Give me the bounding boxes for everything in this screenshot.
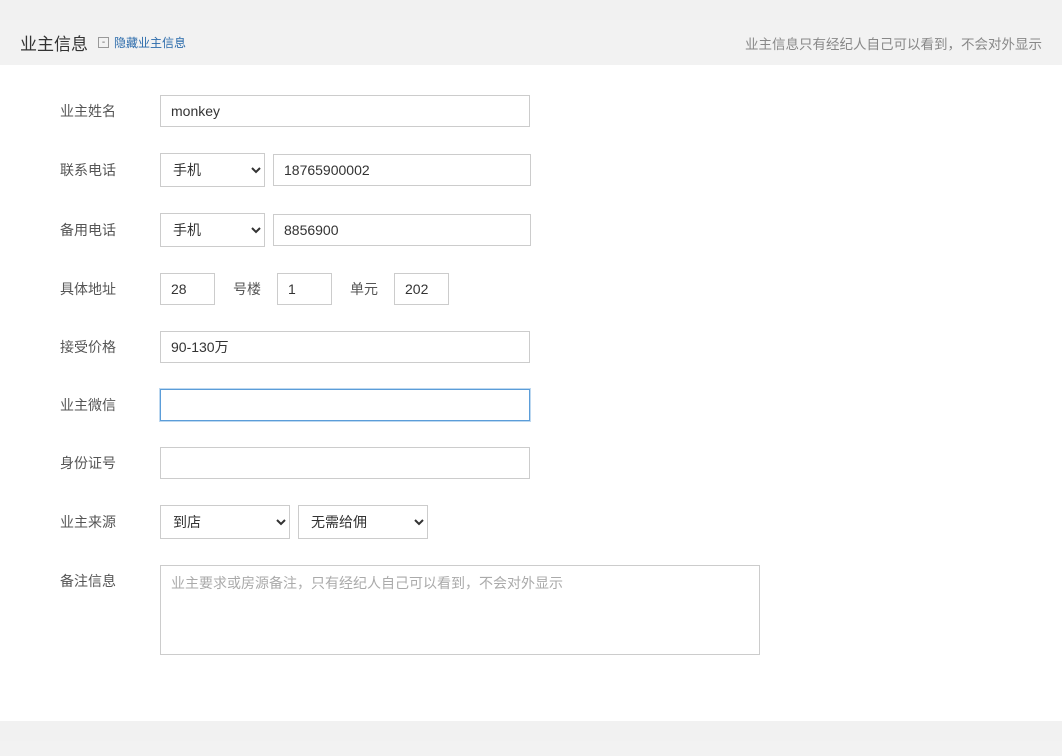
phone2-type-select[interactable]: 手机 (160, 213, 265, 247)
source-commission-select[interactable]: 无需给佣 (298, 505, 428, 539)
remark-label: 备注信息 (60, 565, 160, 591)
unit-input[interactable] (277, 273, 332, 305)
idcard-label: 身份证号 (60, 453, 160, 473)
phone1-input[interactable] (273, 154, 531, 186)
owner-name-input[interactable] (160, 95, 530, 127)
idcard-input[interactable] (160, 447, 530, 479)
phone2-label: 备用电话 (60, 220, 160, 240)
unit-suffix: 单元 (350, 279, 378, 299)
source-label: 业主来源 (60, 512, 160, 532)
address-label: 具体地址 (60, 279, 160, 299)
owner-info-form: 业主姓名 联系电话 手机 备用电话 手机 具体地 (0, 65, 1062, 721)
section-header: 业主信息 - 隐藏业主信息 业主信息只有经纪人自己可以看到，不会对外显示 (0, 20, 1062, 65)
price-input[interactable] (160, 331, 530, 363)
phone1-type-select[interactable]: 手机 (160, 153, 265, 187)
owner-name-label: 业主姓名 (60, 101, 160, 121)
building-suffix: 号楼 (233, 279, 261, 299)
source-channel-select[interactable]: 到店 (160, 505, 290, 539)
remark-textarea[interactable] (160, 565, 760, 655)
wechat-label: 业主微信 (60, 395, 160, 415)
wechat-input[interactable] (160, 389, 530, 421)
toggle-hide-link[interactable]: 隐藏业主信息 (114, 34, 186, 51)
phone2-input[interactable] (273, 214, 531, 246)
phone1-label: 联系电话 (60, 160, 160, 180)
footer-bar (0, 741, 1062, 756)
price-label: 接受价格 (60, 337, 160, 357)
room-input[interactable] (394, 273, 449, 305)
section-title: 业主信息 (20, 30, 88, 55)
header-privacy-note: 业主信息只有经纪人自己可以看到，不会对外显示 (745, 33, 1042, 53)
collapse-icon[interactable]: - (98, 37, 109, 48)
building-input[interactable] (160, 273, 215, 305)
